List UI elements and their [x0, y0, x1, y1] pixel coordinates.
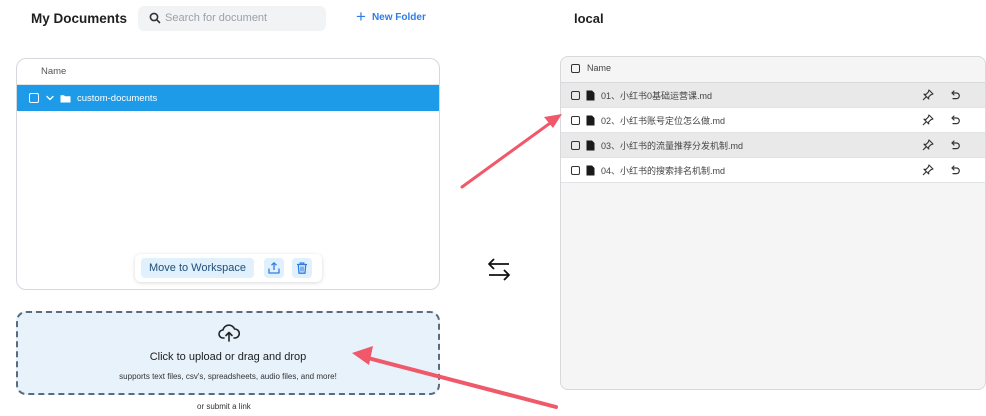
file-row[interactable]: 03、小红书的流量推荐分发机制.md — [561, 133, 985, 158]
delete-button[interactable] — [292, 258, 312, 278]
pin-icon[interactable] — [922, 89, 934, 101]
pin-icon[interactable] — [922, 114, 934, 126]
upload-button[interactable] — [264, 258, 284, 278]
undo-icon[interactable] — [949, 164, 961, 176]
upload-subtitle: supports text files, csv's, spreadsheets… — [119, 372, 337, 381]
pin-icon[interactable] — [922, 164, 934, 176]
undo-icon[interactable] — [949, 114, 961, 126]
pin-icon[interactable] — [922, 139, 934, 151]
file-checkbox[interactable] — [571, 115, 580, 125]
new-folder-label: New Folder — [371, 11, 426, 23]
plus-icon: + — [356, 7, 366, 26]
file-row[interactable]: 01、小红书0基础运营课.md — [561, 83, 985, 108]
swap-arrows-icon[interactable] — [486, 256, 512, 282]
undo-icon[interactable] — [949, 139, 961, 151]
upload-dropzone[interactable]: Click to upload or drag and drop support… — [16, 311, 440, 395]
cloud-upload-icon — [218, 324, 240, 342]
file-checkbox[interactable] — [571, 90, 580, 100]
new-folder-button[interactable]: + New Folder — [356, 7, 426, 26]
file-name: 04、小红书的搜索排名机制.md — [601, 165, 726, 176]
file-icon — [586, 115, 595, 125]
file-icon — [586, 90, 595, 100]
select-all-checkbox[interactable] — [571, 64, 580, 73]
search-box[interactable]: Search for document — [138, 6, 326, 31]
search-input[interactable]: Search for document — [165, 12, 267, 24]
file-name: 03、小红书的流量推荐分发机制.md — [601, 140, 744, 151]
file-name: 02、小红书账号定位怎么做.md — [601, 115, 726, 126]
local-panel: Name 01、小红书0基础运营课.md 02、小红书账号定位怎么做.md 03… — [560, 56, 986, 390]
action-bar: Move to Workspace — [135, 254, 322, 282]
file-row[interactable]: 04、小红书的搜索排名机制.md — [561, 158, 985, 183]
folder-row-custom-documents[interactable]: custom-documents — [17, 85, 439, 111]
file-name: 01、小红书0基础运营课.md — [601, 90, 713, 101]
undo-icon[interactable] — [949, 89, 961, 101]
trash-icon — [297, 262, 307, 274]
file-icon — [586, 165, 595, 175]
file-checkbox[interactable] — [571, 140, 580, 150]
chevron-down-icon[interactable] — [45, 93, 55, 103]
local-title: local — [574, 11, 604, 26]
file-row[interactable]: 02、小红书账号定位怎么做.md — [561, 108, 985, 133]
name-column-header: Name — [587, 63, 612, 73]
file-checkbox[interactable] — [571, 165, 580, 175]
upload-title: Click to upload or drag and drop — [149, 351, 307, 363]
file-icon — [586, 140, 595, 150]
name-column-header: Name — [41, 66, 67, 77]
submit-link[interactable]: or submit a link — [197, 402, 251, 411]
page-title: My Documents — [31, 11, 128, 26]
annotation-arrow-to-files — [460, 114, 562, 189]
upload-icon — [268, 262, 280, 274]
folder-name: custom-documents — [77, 92, 158, 104]
move-to-workspace-button[interactable]: Move to Workspace — [141, 258, 254, 278]
folder-icon — [60, 94, 71, 102]
search-icon — [149, 12, 161, 24]
folder-checkbox[interactable] — [29, 93, 39, 103]
